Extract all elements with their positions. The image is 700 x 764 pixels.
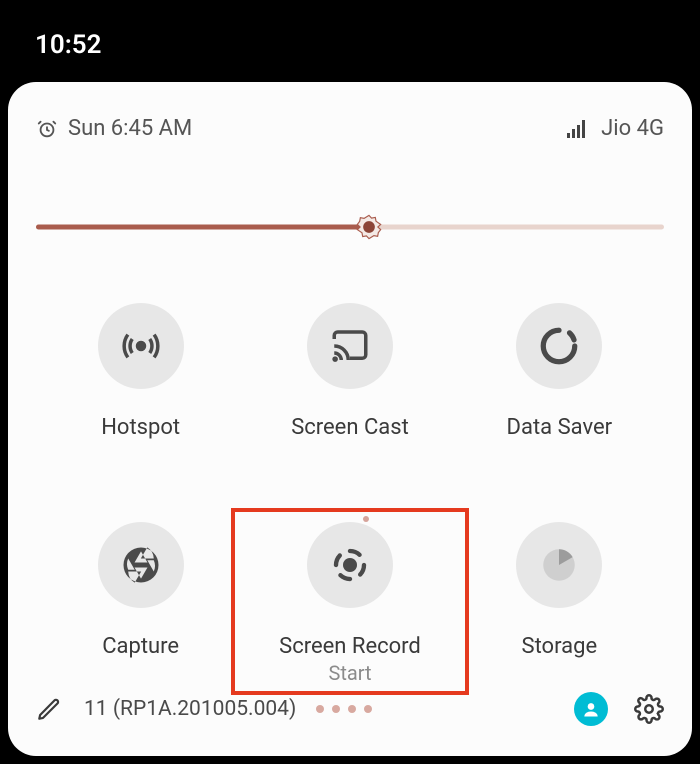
tile-hotspot[interactable]: Hotspot xyxy=(36,303,245,440)
brightness-slider[interactable] xyxy=(36,211,664,243)
tile-label: Screen Record xyxy=(279,634,421,659)
device-clock: 10:52 xyxy=(35,30,102,60)
tile-data-saver[interactable]: Data Saver xyxy=(455,303,664,440)
footer-bar: 11 (RP1A.201005.004) xyxy=(36,692,664,726)
record-icon xyxy=(329,544,371,586)
settings-icon[interactable] xyxy=(634,694,664,724)
tile-storage[interactable]: Storage xyxy=(455,522,664,685)
signal-icon xyxy=(567,120,585,138)
aperture-icon xyxy=(120,544,162,586)
quick-settings-panel: Sun 6:45 AM Jio 4G xyxy=(8,82,692,756)
page-indicator[interactable] xyxy=(316,705,372,713)
hotspot-icon xyxy=(120,325,162,367)
alarm-icon xyxy=(36,118,58,140)
alarm-time-text: Sun 6:45 AM xyxy=(68,116,192,141)
storage-icon xyxy=(538,544,580,586)
tile-screen-record[interactable]: Screen Record Start xyxy=(245,522,454,685)
tile-screen-cast[interactable]: Screen Cast xyxy=(245,303,454,440)
tile-label: Capture xyxy=(102,634,179,659)
status-bar: Sun 6:45 AM Jio 4G xyxy=(36,116,664,141)
tile-label: Hotspot xyxy=(101,415,180,440)
indicator-dot xyxy=(363,516,369,522)
device-frame: 10:52 Sun 6:45 AM Jio 4G xyxy=(0,0,700,764)
tile-label: Screen Cast xyxy=(291,415,409,440)
tile-label: Storage xyxy=(522,634,598,659)
tile-label: Data Saver xyxy=(507,415,613,440)
data-saver-icon xyxy=(538,325,580,367)
cast-icon xyxy=(329,325,371,367)
carrier-text: Jio 4G xyxy=(601,116,664,141)
profile-icon[interactable] xyxy=(574,692,608,726)
tile-capture[interactable]: Capture xyxy=(36,522,245,685)
edit-icon[interactable] xyxy=(36,696,62,722)
tile-sublabel: Start xyxy=(328,661,371,685)
build-text: 11 (RP1A.201005.004) xyxy=(84,697,296,721)
